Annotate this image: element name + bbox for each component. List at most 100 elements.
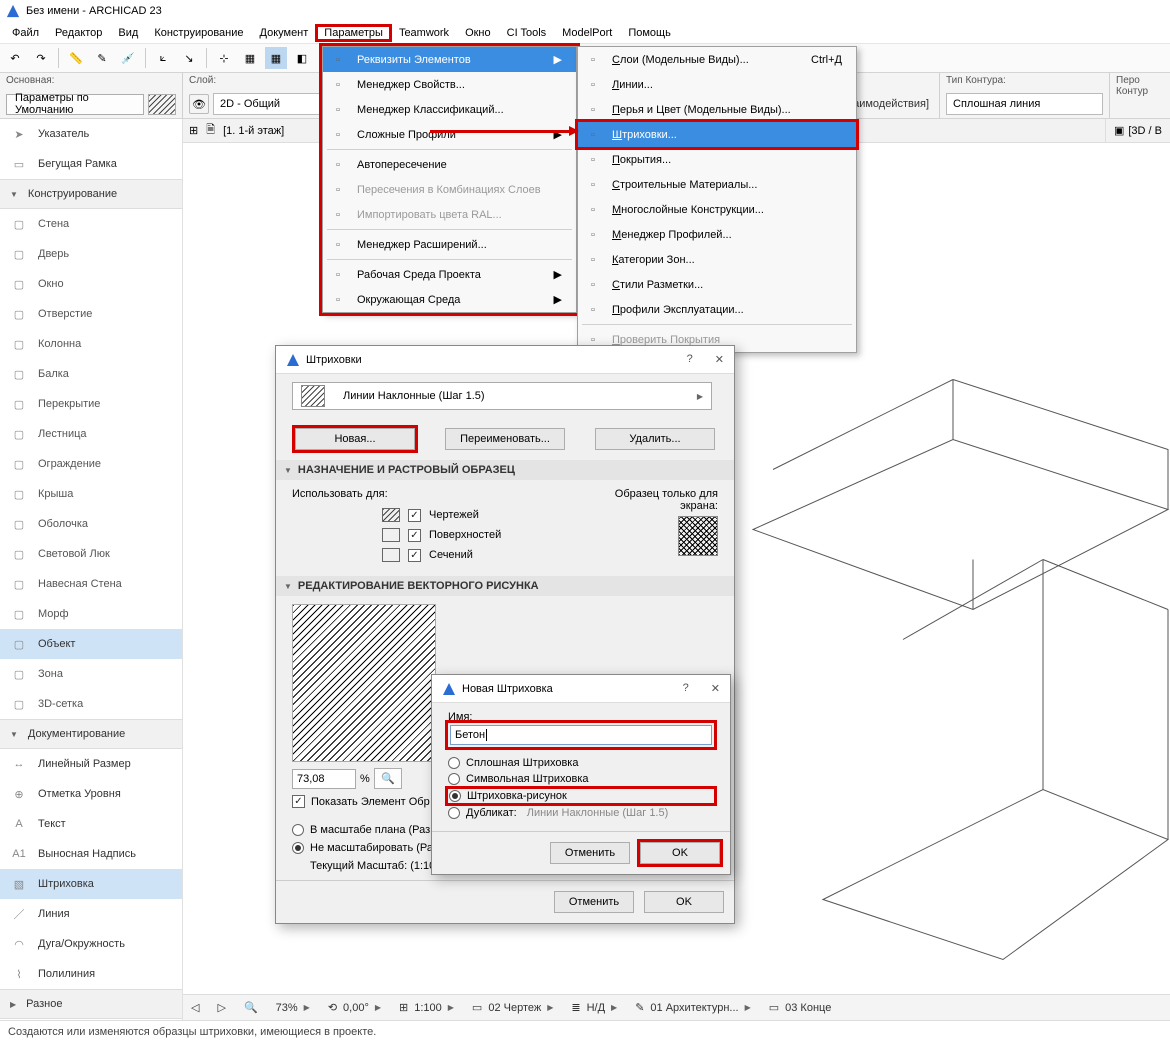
tool-Текст[interactable]: AТекст: [0, 809, 182, 839]
section-purpose[interactable]: ▼НАЗНАЧЕНИЕ И РАСТРОВЫЙ ОБРАЗЕЦ: [276, 460, 734, 480]
menu-teamwork[interactable]: Teamwork: [391, 25, 457, 41]
menu-file[interactable]: Файл: [4, 25, 47, 41]
nav-back-icon[interactable]: ◁: [191, 1001, 199, 1014]
tool-Полилиния[interactable]: ⌇Полилиния: [0, 959, 182, 989]
grid-view-icon[interactable]: ⊞: [189, 124, 198, 137]
view-tab-3d[interactable]: ▣[3D / В: [1105, 119, 1170, 143]
chk-drawings[interactable]: [408, 509, 421, 522]
menu-window[interactable]: Окно: [457, 25, 499, 41]
tool-Отверстие[interactable]: ▢Отверстие: [0, 299, 182, 329]
section-construction[interactable]: ▼Конструирование: [0, 179, 182, 209]
tool-Выносная Надпись[interactable]: A1Выносная Надпись: [0, 839, 182, 869]
chk-surfaces[interactable]: [408, 529, 421, 542]
menu-modelport[interactable]: ModelPort: [554, 25, 620, 41]
tool-pointer[interactable]: ➤Указатель: [0, 119, 182, 149]
tool-Перекрытие[interactable]: ▢Перекрытие: [0, 389, 182, 419]
grid-icon[interactable]: ▦: [239, 47, 261, 69]
name-input[interactable]: Бетон: [450, 725, 712, 745]
radio-duplicate[interactable]: [448, 807, 460, 819]
zoom-percent-input[interactable]: 73,08: [292, 769, 356, 789]
menu-item[interactable]: ▫Стили Разметки...: [578, 272, 856, 297]
angle-icon[interactable]: ⟀: [152, 47, 174, 69]
tool-Колонна[interactable]: ▢Колонна: [0, 329, 182, 359]
undo-icon[interactable]: ↶: [4, 47, 26, 69]
section-misc[interactable]: ▶Разное: [0, 989, 182, 1019]
menu-item[interactable]: ▫Штриховки...: [578, 122, 856, 147]
tool-Отметка Уровня[interactable]: ⊕Отметка Уровня: [0, 779, 182, 809]
snap-point-icon[interactable]: ⊹: [213, 47, 235, 69]
tool-Навесная Стена[interactable]: ▢Навесная Стена: [0, 569, 182, 599]
radio-symbolic[interactable]: [448, 773, 460, 785]
layer-visibility-icon[interactable]: 👁: [189, 94, 209, 114]
screen-sample-grid[interactable]: [678, 516, 718, 556]
tool-marquee[interactable]: ▭Бегущая Рамка: [0, 149, 182, 179]
tool-Лестница[interactable]: ▢Лестница: [0, 419, 182, 449]
hatch-cancel-button[interactable]: Отменить: [554, 891, 634, 913]
contour-type-dropdown[interactable]: Сплошная линия: [946, 93, 1103, 115]
menu-item[interactable]: ▫Категории Зон...: [578, 247, 856, 272]
menu-document[interactable]: Документ: [252, 25, 317, 41]
menu-construct[interactable]: Конструирование: [146, 25, 251, 41]
menu-item[interactable]: ▫Перья и Цвет (Модельные Виды)...: [578, 97, 856, 122]
new-hatch-cancel-button[interactable]: Отменить: [550, 842, 630, 864]
hatch-ok-button[interactable]: OK: [644, 891, 724, 913]
eyedrop-icon[interactable]: ✎: [91, 47, 113, 69]
plan-view-icon[interactable]: 🗎: [206, 121, 215, 140]
section-documenting[interactable]: ▼Документирование: [0, 719, 182, 749]
tool-Объект[interactable]: ▢Объект: [0, 629, 182, 659]
angle-value[interactable]: 0,00°: [343, 1002, 369, 1014]
tool-Зона[interactable]: ▢Зона: [0, 659, 182, 689]
tool-Стена[interactable]: ▢Стена: [0, 209, 182, 239]
menu-help[interactable]: Помощь: [620, 25, 679, 41]
tool-Линия[interactable]: ／Линия: [0, 899, 182, 929]
menu-item[interactable]: ▫Рабочая Среда Проекта▶: [323, 262, 576, 287]
defaults-button[interactable]: Параметры по Умолчанию: [6, 94, 144, 115]
menu-item[interactable]: ▫Многослойные Конструкции...: [578, 197, 856, 222]
params-dropdown[interactable]: ▫Реквизиты Элементов▶▫Менеджер Свойств..…: [322, 46, 577, 313]
tool-Линейный Размер[interactable]: ↔Линейный Размер: [0, 749, 182, 779]
zoom-value[interactable]: 73%: [276, 1002, 298, 1014]
menu-item[interactable]: ▫Покрытия...: [578, 147, 856, 172]
hatch-dialog-titlebar[interactable]: Штриховки ?✕: [276, 346, 734, 374]
close-icon[interactable]: ✕: [715, 353, 724, 366]
zoom-icons[interactable]: 🔍: [244, 1001, 258, 1014]
nav-fwd-icon[interactable]: ▷: [217, 1001, 225, 1014]
defaults-hatch-icon[interactable]: [148, 94, 176, 115]
tool-Штриховка[interactable]: ▧Штриховка: [0, 869, 182, 899]
tool-Окно[interactable]: ▢Окно: [0, 269, 182, 299]
menu-item[interactable]: ▫Менеджер Классификаций...: [323, 97, 576, 122]
current-hatch-dropdown[interactable]: Линии Наклонные (Шаг 1.5) ▶: [292, 382, 712, 410]
menu-item[interactable]: ▫Реквизиты Элементов▶: [323, 47, 576, 72]
radio-model-scale[interactable]: [292, 824, 304, 836]
help-icon[interactable]: ?: [687, 353, 693, 366]
tool-3D-сетка[interactable]: ▢3D-сетка: [0, 689, 182, 719]
tool-Дверь[interactable]: ▢Дверь: [0, 239, 182, 269]
conc-value[interactable]: 03 Конце: [785, 1002, 831, 1014]
sheet-value[interactable]: 02 Чертеж: [488, 1002, 541, 1014]
nd-value[interactable]: Н/Д: [587, 1002, 605, 1014]
grid2-icon[interactable]: ▦: [265, 47, 287, 69]
view-tab-1[interactable]: [1. 1-й этаж]: [223, 125, 284, 137]
section-vector-edit[interactable]: ▼РЕДАКТИРОВАНИЕ ВЕКТОРНОГО РИСУНКА: [276, 576, 734, 596]
menu-item[interactable]: ▫Менеджер Профилей...: [578, 222, 856, 247]
new-hatch-button[interactable]: Новая...: [295, 428, 415, 450]
cube-icon[interactable]: ◧: [291, 47, 313, 69]
attributes-submenu[interactable]: ▫Слои (Модельные Виды)...Ctrl+Д▫Линии...…: [577, 46, 857, 353]
menu-item[interactable]: ▫Менеджер Свойств...: [323, 72, 576, 97]
menu-ci-tools[interactable]: CI Tools: [499, 25, 555, 41]
tool-Балка[interactable]: ▢Балка: [0, 359, 182, 389]
menu-item[interactable]: ▫Профили Эксплуатации...: [578, 297, 856, 322]
menu-view[interactable]: Вид: [110, 25, 146, 41]
new-hatch-titlebar[interactable]: Новая Штриховка ?✕: [432, 675, 730, 703]
rename-hatch-button[interactable]: Переименовать...: [445, 428, 565, 450]
delete-hatch-button[interactable]: Удалить...: [595, 428, 715, 450]
measure-icon[interactable]: 📏: [65, 47, 87, 69]
radio-image-hatch[interactable]: [449, 790, 461, 802]
tool-Морф[interactable]: ▢Морф: [0, 599, 182, 629]
menu-parameters[interactable]: Параметры: [316, 25, 391, 41]
tool-Световой Люк[interactable]: ▢Световой Люк: [0, 539, 182, 569]
radio-paper-scale[interactable]: [292, 842, 304, 854]
snap-arrow-icon[interactable]: ↘: [178, 47, 200, 69]
tool-Крыша[interactable]: ▢Крыша: [0, 479, 182, 509]
menu-editor[interactable]: Редактор: [47, 25, 110, 41]
